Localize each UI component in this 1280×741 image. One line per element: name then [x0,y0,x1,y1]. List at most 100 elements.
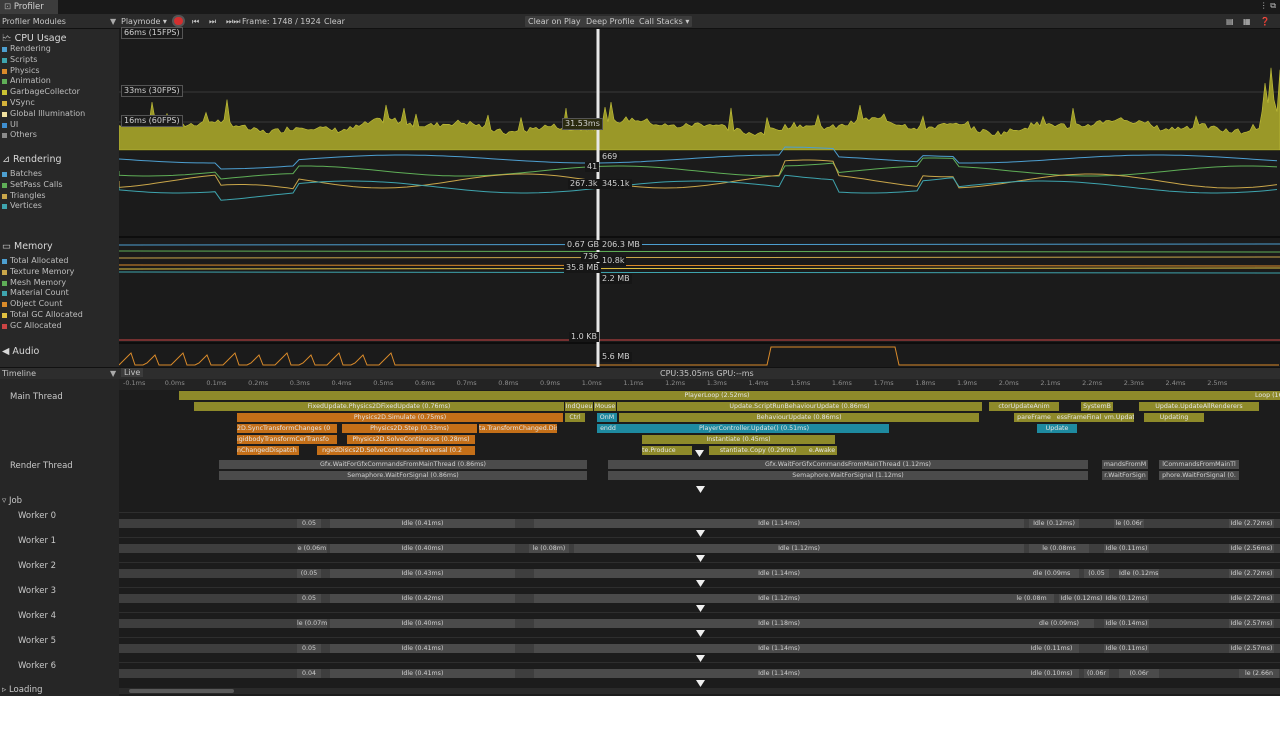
sample-semaphore-3[interactable]: r.WaitForSign [1102,471,1148,480]
legend-item-scripts[interactable]: Scripts [10,55,37,65]
worker-idle-sample[interactable]: Idle (2.72ms) [1229,519,1274,528]
thread-label-main[interactable]: Main Thread [10,392,63,402]
module-audio[interactable]: ◀ Audio [2,346,39,357]
sample-semaphore-1[interactable]: Semaphore.WaitForSignal (0.86ms) [219,471,587,480]
legend-item-triangles[interactable]: Triangles [10,191,46,201]
worker-idle-sample[interactable]: Idle (0.42ms) [330,594,515,603]
worker-idle-sample[interactable]: le (2.66n [1239,669,1279,678]
sample-ctrl[interactable]: Ctrl [565,413,585,422]
worker-idle-sample[interactable]: le (0.07m [297,619,327,628]
worker-idle-sample[interactable]: Idle (0.11ms) [1024,644,1079,653]
legend-item-material-count[interactable]: Material Count [10,288,69,298]
worker-idle-sample[interactable]: Idle (0.43ms) [330,569,515,578]
worker-idle-sample[interactable]: Idle (2.57ms) [1229,619,1274,628]
worker-idle-sample[interactable]: le (0.08m [1009,594,1054,603]
sample-vm-update[interactable]: vm.Update [1104,413,1134,422]
sample-player-controller[interactable]: PlayerController.Update() (0.51ms) [619,424,889,433]
sample-transform-changed[interactable]: ta.TransformChanged.Dispa [479,424,557,433]
expand-marker-icon[interactable] [696,655,705,662]
legend-item-object-count[interactable]: Object Count [10,299,62,309]
thread-label-worker-3[interactable]: Worker 3 [18,586,56,596]
sample-semaphore-4[interactable]: phore.WaitForSignal (0. [1159,471,1239,480]
sample-awake[interactable]: e.Awake [807,446,837,455]
worker-idle-sample[interactable]: Idle (0.11ms) [1104,644,1149,653]
legend-item-setpass-calls[interactable]: SetPass Calls [10,180,62,190]
save-icon[interactable]: ▦ [1243,16,1251,27]
record-icon[interactable] [172,15,185,27]
worker-idle-sample[interactable]: Idle (0.40ms) [330,544,515,553]
sample-update-small[interactable]: Update [1037,424,1077,433]
thread-label-worker-4[interactable]: Worker 4 [18,611,56,621]
sample-onm[interactable]: OnM [597,413,617,422]
legend-item-physics[interactable]: Physics [10,66,40,76]
legend-item-texture-memory[interactable]: Texture Memory [10,267,74,277]
worker-idle-sample[interactable]: Idle (0.40ms) [330,619,515,628]
sample-update-behaviour[interactable]: Update.ScriptRunBehaviourUpdate (0.86ms) [617,402,982,411]
expand-marker-icon[interactable] [695,450,704,457]
worker-idle-sample[interactable]: 0.05 [297,594,321,603]
expand-marker-icon[interactable] [696,630,705,637]
step-forward-icon[interactable]: ⏭ [209,16,216,27]
window-menu-icon[interactable]: ⋮ ⧉ [1260,1,1276,11]
loading-group-toggle[interactable]: ▹ Loading [2,685,43,695]
sample-rigidbody-transform[interactable]: igidbodyTransformCerTransfo [237,435,337,444]
thread-label-render[interactable]: Render Thread [10,461,73,471]
worker-idle-sample[interactable]: Idle (2.72ms) [1229,594,1274,603]
worker-idle-sample[interactable]: Idle (1.12ms) [574,544,1024,553]
worker-idle-sample[interactable]: Idle (0.41ms) [330,669,515,678]
worker-idle-sample[interactable]: Idle (1.14ms) [534,644,1024,653]
worker-idle-sample[interactable]: le (0.06r [1114,519,1144,528]
legend-item-vertices[interactable]: Vertices [10,201,42,211]
module-rendering[interactable]: ⊿ Rendering [2,154,62,165]
sample-physics-step[interactable]: Physics2D.Step (0.33ms) [342,424,477,433]
worker-idle-sample[interactable]: Idle (1.18ms) [534,619,1024,628]
worker-idle-sample[interactable]: Idle (2.56ms) [1229,544,1274,553]
time-ruler[interactable]: -0.1ms 0.0ms 0.1ms 0.2ms 0.3ms 0.4ms 0.5ms 0.6m… [119,379,1280,390]
sample-te-produce[interactable]: te.Produce [642,446,692,455]
worker-idle-sample[interactable]: 0.05 [297,519,321,528]
sample-physics-simulate[interactable]: Physics2D.Simulate (0.75ms) [237,413,563,422]
thread-label-worker-1[interactable]: Worker 1 [18,536,56,546]
legend-item-total-gc-allocated[interactable]: Total GC Allocated [10,310,83,320]
legend-item-vsync[interactable]: VSync [10,98,35,108]
deep-profile-button[interactable]: Deep Profile [583,16,638,27]
worker-idle-sample[interactable]: e (0.06m [297,544,327,553]
profiler-modules-dropdown[interactable]: Profiler Modules [2,16,66,27]
load-icon[interactable]: ▤ [1226,16,1234,27]
sample-update-renderers[interactable]: Update.UpdateAllRenderers [1139,402,1259,411]
worker-idle-sample[interactable]: Idle (0.41ms) [330,519,515,528]
sample-ind-queue[interactable]: IndQueu [565,402,593,411]
legend-item-mesh-memory[interactable]: Mesh Memory [10,278,66,288]
sample-system-b[interactable]: SystemB [1081,402,1113,411]
sample-sync-transforms[interactable]: 2D.SyncTransformChanges (0 [237,424,337,433]
sample-semaphore-2[interactable]: Semaphore.WaitForSignal (1.12ms) [608,471,1088,480]
worker-idle-sample[interactable]: Idle (0.14ms) [1104,619,1149,628]
sample-instantiate-copy[interactable]: stantiate.Copy (0.29ms) [709,446,807,455]
worker-idle-sample[interactable]: 0.05 [297,644,321,653]
worker-idle-sample[interactable]: 0.04 [297,669,321,678]
sample-playerloop[interactable]: PlayerLoop (2.52ms) [179,391,1255,400]
worker-idle-sample[interactable]: Idle (1.14ms) [534,569,1024,578]
legend-item-others[interactable]: Others [10,130,37,140]
expand-marker-icon[interactable] [696,605,705,612]
jump-end-icon[interactable]: ⏭⏭ [226,16,240,27]
sample-solve-continuous[interactable]: Physics2D.SolveContinuous (0.28ms) [347,435,475,444]
worker-idle-sample[interactable]: le (0.08m) [529,544,569,553]
expand-marker-icon[interactable] [696,530,705,537]
worker-idle-sample[interactable]: Idle (0.10ms) [1024,669,1079,678]
expand-marker-icon[interactable] [696,555,705,562]
sample-process-frame[interactable]: essFrameFinal [1054,413,1104,422]
sample-instantiate[interactable]: Instantiate (0.45ms) [642,435,835,444]
thread-label-worker-2[interactable]: Worker 2 [18,561,56,571]
live-toggle[interactable]: Live [121,368,144,377]
worker-idle-sample[interactable]: Idle (1.12ms) [534,594,1024,603]
worker-idle-sample[interactable]: Idle (0.12ms) [1119,569,1159,578]
sample-prepare-frame[interactable]: pareFrame [1014,413,1054,422]
expand-marker-icon[interactable] [696,680,705,687]
legend-item-global-illumination[interactable]: Global Illumination [10,109,85,119]
sample-gfx-wait-4[interactable]: lCommandsFromMainTl [1159,460,1239,469]
sample-director-update[interactable]: ctorUpdateAnim [989,402,1059,411]
sample-gfx-wait-2[interactable]: Gfx.WaitForGfxCommandsFromMainThread (1.… [608,460,1088,469]
sample-gfx-wait-1[interactable]: Gfx.WaitForGfxCommandsFromMainThread (0.… [219,460,587,469]
job-group-toggle[interactable]: ▿ Job [2,496,22,506]
